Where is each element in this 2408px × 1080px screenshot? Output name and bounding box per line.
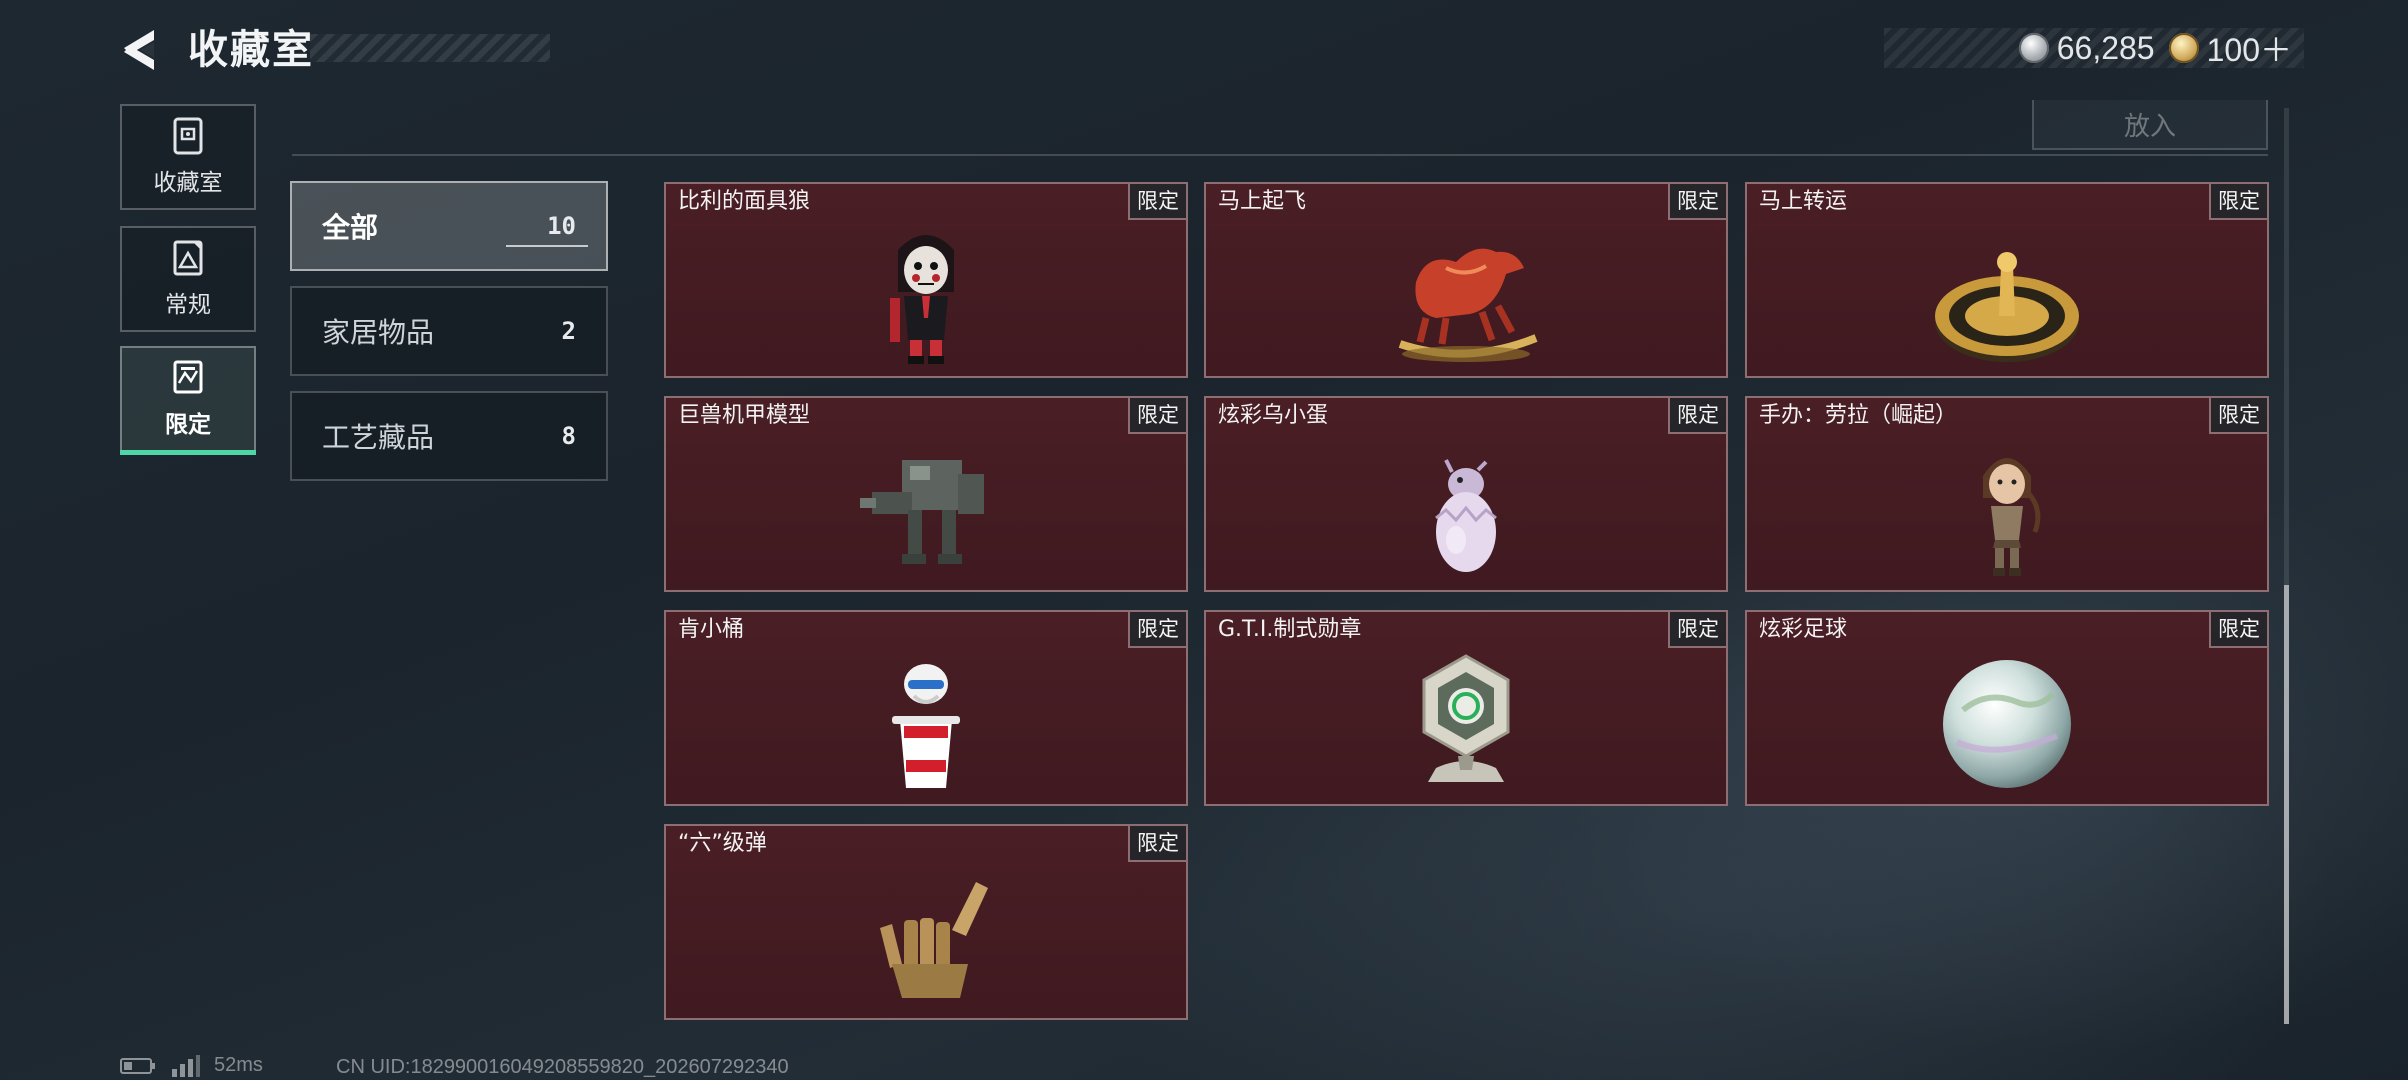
limited-badge: 限定 bbox=[1668, 612, 1726, 648]
limited-badge: 限定 bbox=[2209, 612, 2267, 648]
collection-card[interactable]: 马上转运 限定 bbox=[1745, 182, 2269, 378]
currency-gold[interactable]: 100＋ bbox=[2168, 25, 2292, 71]
ping-value: 52ms bbox=[214, 1054, 263, 1076]
bucket-figure-icon bbox=[892, 664, 960, 788]
category-label: 家居物品 bbox=[322, 316, 435, 349]
limited-badge: 限定 bbox=[1128, 612, 1186, 648]
nav-active-indicator bbox=[120, 450, 256, 455]
lara-figure-icon bbox=[1983, 458, 2041, 576]
gold-amount: 100＋ bbox=[2206, 32, 2292, 68]
nav-item-regular[interactable]: 常规 bbox=[120, 226, 256, 332]
cabinet-icon bbox=[173, 117, 203, 155]
limited-badge: 限定 bbox=[1668, 184, 1726, 220]
title-stripes-decoration bbox=[310, 34, 550, 62]
back-arrow-icon bbox=[124, 30, 154, 70]
gold-coin-icon bbox=[2168, 33, 2199, 63]
header-divider bbox=[292, 154, 2268, 156]
golden-wheel-icon bbox=[1935, 252, 2079, 362]
page-header: 收藏室 bbox=[180, 28, 552, 72]
category-count: 10 bbox=[547, 212, 576, 240]
item-name: G.T.I.制式勋章 bbox=[1218, 617, 1362, 642]
signal-icon bbox=[172, 1054, 200, 1077]
collection-card[interactable]: 巨兽机甲模型 限定 bbox=[664, 396, 1188, 592]
limited-frame-icon bbox=[173, 360, 203, 394]
category-count: 2 bbox=[561, 317, 576, 345]
category-home-items[interactable]: 家居物品 2 bbox=[290, 286, 608, 376]
page-title: 收藏室 bbox=[188, 27, 314, 73]
picture-frame-icon bbox=[173, 240, 203, 276]
nav-item-limited[interactable]: 限定 bbox=[120, 346, 256, 452]
gti-medal-icon bbox=[1422, 654, 1510, 782]
nav-label: 限定 bbox=[165, 412, 211, 438]
status-bar: 52ms bbox=[120, 1054, 263, 1077]
item-name: 马上起飞 bbox=[1218, 189, 1307, 214]
collection-card[interactable]: 炫彩足球 限定 bbox=[1745, 610, 2269, 806]
puppet-figure-icon bbox=[890, 235, 954, 364]
battery-icon bbox=[120, 1057, 155, 1074]
nav-item-collection-room[interactable]: 收藏室 bbox=[120, 104, 256, 210]
hatching-egg-icon bbox=[1435, 459, 1497, 572]
category-label: 工艺藏品 bbox=[322, 421, 435, 454]
scrollbar-thumb[interactable] bbox=[2284, 585, 2289, 1024]
collection-card[interactable]: “六”级弹 限定 bbox=[664, 824, 1188, 1020]
back-button[interactable] bbox=[118, 26, 166, 74]
nav-label: 收藏室 bbox=[153, 170, 223, 196]
collection-card[interactable]: G.T.I.制式勋章 限定 bbox=[1204, 610, 1728, 806]
limited-badge: 限定 bbox=[1668, 398, 1726, 434]
uid-label: CN UID:18299001604920855982­0_2026072923… bbox=[336, 1056, 789, 1078]
limited-badge: 限定 bbox=[2209, 398, 2267, 434]
collection-card[interactable]: 马上起飞 限定 bbox=[1204, 182, 1728, 378]
nav-label: 常规 bbox=[165, 292, 211, 318]
item-name: 比利的面具狼 bbox=[678, 189, 811, 214]
item-name: 炫彩乌小蛋 bbox=[1218, 403, 1329, 428]
category-count: 8 bbox=[561, 422, 576, 450]
collection-card[interactable]: 肯小桶 限定 bbox=[664, 610, 1188, 806]
category-active-underline bbox=[506, 245, 588, 247]
silver-amount: 66,285 bbox=[2056, 29, 2155, 66]
collection-card[interactable]: 手办：劳拉（崛起） 限定 bbox=[1745, 396, 2269, 592]
golden-hand-icon bbox=[880, 882, 988, 998]
category-label: 全部 bbox=[322, 211, 379, 244]
currency-silver[interactable]: 66,285 bbox=[2018, 29, 2155, 67]
place-in-button[interactable]: 放入 bbox=[2032, 100, 2268, 150]
silver-coin-icon bbox=[2018, 33, 2049, 63]
limited-badge: 限定 bbox=[1128, 398, 1186, 434]
category-all[interactable]: 全部 10 bbox=[290, 181, 608, 271]
limited-badge: 限定 bbox=[1128, 826, 1186, 862]
category-crafts[interactable]: 工艺藏品 8 bbox=[290, 391, 608, 481]
iridescent-ball-icon bbox=[1943, 660, 2071, 788]
item-name: 巨兽机甲模型 bbox=[678, 403, 811, 428]
limited-badge: 限定 bbox=[1128, 184, 1186, 220]
item-name: 炫彩足球 bbox=[1759, 617, 1848, 642]
item-name: 手办：劳拉（崛起） bbox=[1759, 403, 1958, 428]
item-name: 肯小桶 bbox=[678, 617, 745, 642]
collection-card[interactable]: 炫彩乌小蛋 限定 bbox=[1204, 396, 1728, 592]
item-name: 马上转运 bbox=[1759, 189, 1848, 214]
mech-model-icon bbox=[860, 460, 984, 564]
item-name: “六”级弹 bbox=[678, 831, 767, 856]
currency-bar: 66,285 100＋ bbox=[1884, 28, 2304, 68]
rocking-horse-icon bbox=[1398, 248, 1538, 362]
collection-card[interactable]: 比利的面具狼 限定 bbox=[664, 182, 1188, 378]
limited-badge: 限定 bbox=[2209, 184, 2267, 220]
